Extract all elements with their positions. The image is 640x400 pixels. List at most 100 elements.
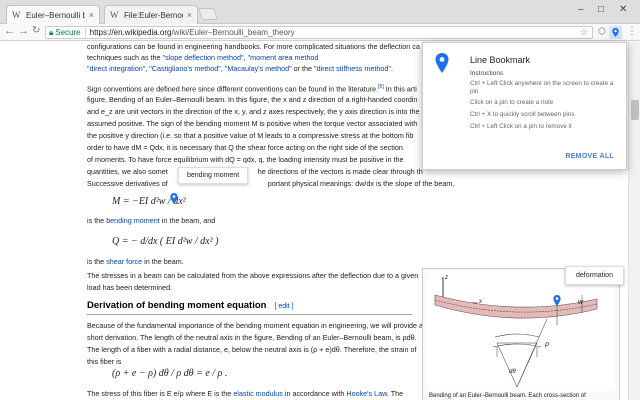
paragraph-line: quantities, we also somet he directions o… xyxy=(87,166,423,177)
figure-label-z: z xyxy=(445,275,448,281)
paragraph-line: figure, Bending of an Euler–Bernoulli be… xyxy=(87,95,418,104)
close-tab-icon[interactable]: × xyxy=(187,10,192,20)
chrome-menu-icon[interactable]: ⋮ xyxy=(627,26,637,37)
tab-label: File:Euler-Bernoulli bea xyxy=(124,10,183,20)
tab-label: Euler–Bernoulli beam th xyxy=(26,10,85,20)
bookmark-note-deformation[interactable]: deformation xyxy=(565,266,624,285)
paragraph-line: "direct integration", "Castigliano's met… xyxy=(87,63,393,74)
instruction-item: Click on a pin to create a note xyxy=(470,99,554,106)
bookmark-pin-icon[interactable] xyxy=(553,295,561,306)
text-fragment: in the beam, and xyxy=(159,216,216,225)
url-host: https://en.wikipedia.org xyxy=(89,28,172,37)
text-fragment: Sign conventions are defined here since … xyxy=(87,84,379,94)
edit-section-link[interactable]: [ edit ] xyxy=(274,303,293,310)
moment-area-link[interactable]: "moment area method xyxy=(248,53,319,62)
tab-euler-bernoulli-beam[interactable]: W Euler–Bernoulli beam th × xyxy=(6,5,100,24)
paragraph-line: Successive derivatives of portant physica… xyxy=(87,178,454,189)
figure-label-dtheta: dθ xyxy=(509,369,516,375)
bookmark-star-icon[interactable]: ☆ xyxy=(580,27,588,38)
scrollbar-thumb[interactable] xyxy=(631,100,639,120)
text-fragment: or the xyxy=(291,64,315,73)
text-fragment: Successive derivatives of xyxy=(87,179,168,188)
heading-text: Derivation of bending moment equation xyxy=(87,300,267,311)
text-fragment: . xyxy=(390,64,393,73)
bookmark-note-bending-moment[interactable]: bending moment xyxy=(178,167,249,184)
browser-toolbar: ← → ↻ 🔒︎ Secure https://en.wikipedia.org… xyxy=(0,24,640,41)
paragraph-line: of moments. To have force equilibrium wi… xyxy=(87,155,404,164)
map-pin-icon xyxy=(612,28,619,37)
text-fragment: The stress of this fiber is E e/ρ where … xyxy=(87,389,234,398)
text-fragment: he directions of the vectors is made cle… xyxy=(257,167,423,176)
text-fragment: . The xyxy=(386,389,404,398)
figure-label-x: x xyxy=(479,299,482,305)
paragraph-line: configurations can be found in engineeri… xyxy=(87,42,420,51)
paragraph-line: assumed positive. The sign of the bendin… xyxy=(87,119,418,128)
paragraph-line: order to have dM = Qdx, it is necessary … xyxy=(87,143,403,152)
paragraph-line: the positive y direction (i.e. so that a… xyxy=(87,131,414,140)
popup-title: Line Bookmark xyxy=(470,55,531,65)
figure-caption: Bending of an Euler–Bernoulli beam. Each… xyxy=(429,393,586,399)
beam-bending-figure: z x w ρ dθ Bending of an Euler–Bernoulli… xyxy=(422,268,620,400)
castigliano-link[interactable]: "Castigliano's method" xyxy=(149,64,221,73)
paragraph-line: is the shear force in the beam. xyxy=(87,256,184,267)
macaulay-link[interactable]: "Macaulay's method" xyxy=(225,64,292,73)
section-heading: Derivation of bending moment equation [ e… xyxy=(87,300,294,311)
address-bar[interactable]: 🔒︎ Secure https://en.wikipedia.org /wiki… xyxy=(45,26,593,39)
line-bookmark-extension-button[interactable] xyxy=(609,26,622,39)
wikipedia-favicon-icon: W xyxy=(110,10,119,20)
remove-all-button[interactable]: REMOVE ALL xyxy=(565,153,614,160)
maximize-icon[interactable]: □ xyxy=(598,4,604,15)
secure-label: Secure xyxy=(55,28,81,37)
new-tab-button[interactable] xyxy=(197,8,219,20)
paragraph-line: techniques such as the "slope deflection… xyxy=(87,52,318,63)
paragraph-line: The stress of this fiber is E e/ρ where … xyxy=(87,388,403,399)
paragraph-line: Sign conventions are defined here since … xyxy=(87,82,417,94)
reload-icon[interactable]: ↻ xyxy=(32,25,40,36)
paragraph-line: The length of a fiber with a radial dist… xyxy=(87,345,417,354)
text-fragment: is the xyxy=(87,216,107,225)
figure-image[interactable]: z x w ρ dθ xyxy=(427,273,615,391)
paragraph-line: and e_z are unit vectors in the directio… xyxy=(87,107,420,116)
close-window-icon[interactable]: ✕ xyxy=(619,4,627,15)
map-pin-icon xyxy=(435,53,449,73)
text-fragment: in accordance with xyxy=(282,389,347,398)
figure-label-w: w xyxy=(578,299,584,306)
text-fragment: is the xyxy=(87,257,107,266)
instruction-item: Ctrl + Left Click on a pin to remove it xyxy=(470,123,572,130)
tab-file-euler-bernoulli[interactable]: W File:Euler-Bernoulli bea × xyxy=(104,5,198,24)
text-fragment: quantities, we also somet xyxy=(87,167,168,176)
direct-stiffness-link[interactable]: "direct stiffness method" xyxy=(314,64,391,73)
beam-diagram xyxy=(434,277,598,388)
forward-icon[interactable]: → xyxy=(18,25,29,37)
close-tab-icon[interactable]: × xyxy=(89,10,94,20)
slope-deflection-link[interactable]: "slope deflection method" xyxy=(163,53,244,62)
lock-icon: 🔒︎ xyxy=(49,27,54,37)
minimize-icon[interactable]: – xyxy=(578,4,584,15)
line-bookmark-popup: Line Bookmark Instructions Ctrl + Left C… xyxy=(422,42,627,170)
bending-moment-link[interactable]: bending moment xyxy=(106,216,160,225)
paragraph-line: load has been determined. xyxy=(87,283,173,292)
paragraph-line: this fiber is xyxy=(87,357,122,366)
text-fragment: in the beam. xyxy=(142,257,184,266)
heading-divider xyxy=(87,314,412,315)
text-fragment: In this arti xyxy=(383,84,417,94)
text-fragment: techniques such as the xyxy=(87,53,163,62)
hookes-law-link[interactable]: Hooke's Law xyxy=(346,389,387,398)
url-path: /wiki/Euler–Bernoulli_beam_theory xyxy=(171,28,295,37)
text-fragment: portant physical meanings: dw/dx is the … xyxy=(267,179,455,188)
shear-force-formula: Q = − d/dx ( EI d²w / dx² ) xyxy=(112,236,219,247)
back-icon[interactable]: ← xyxy=(4,25,15,37)
popup-subtitle: Instructions xyxy=(470,70,504,77)
elastic-modulus-link[interactable]: elastic modulus xyxy=(233,389,283,398)
direct-integration-link[interactable]: "direct integration" xyxy=(87,64,145,73)
instruction-item: Ctrl + Left Click anywhere on the screen… xyxy=(470,80,614,95)
bookmark-pin-icon[interactable] xyxy=(170,193,178,204)
wikipedia-favicon-icon: W xyxy=(12,10,21,20)
page-scrollbar[interactable] xyxy=(628,42,640,400)
shear-force-link[interactable]: shear force xyxy=(106,257,142,266)
paragraph-line: short derivation. The length of the neut… xyxy=(87,333,417,342)
extension-icon[interactable]: ⬡ xyxy=(598,26,606,37)
figure-label-rho: ρ xyxy=(545,341,550,348)
instruction-item: Ctrl + X to quickly scroll between pins xyxy=(470,111,575,118)
paragraph-line: The stresses in a beam can be calculated… xyxy=(87,271,419,280)
